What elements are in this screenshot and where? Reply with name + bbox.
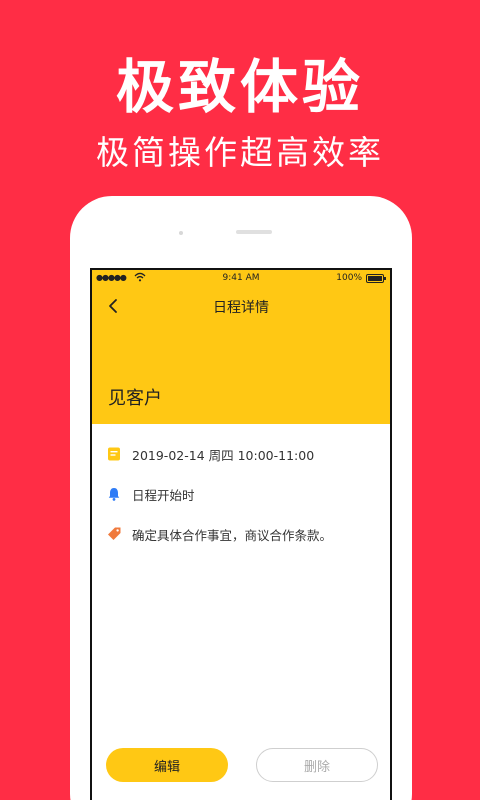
battery-icon: [366, 274, 386, 283]
tag-icon: [106, 526, 122, 542]
delete-button[interactable]: 删除: [256, 748, 378, 782]
calendar-note-icon: [106, 446, 122, 462]
reminder-text: 日程开始时: [132, 487, 195, 503]
header: ●●●●● 9:41 AM 100% 日程详情 见客户: [92, 270, 390, 424]
edit-button[interactable]: 编辑: [106, 748, 228, 782]
phone-camera: [179, 231, 183, 235]
status-bar: ●●●●● 9:41 AM 100%: [92, 270, 390, 288]
reminder-row: 日程开始时: [106, 484, 195, 504]
battery-percent: 100%: [336, 273, 362, 283]
note-row: 确定具体合作事宜，商议合作条款。: [106, 524, 332, 544]
event-time-row: 2019-02-14 周四 10:00-11:00: [106, 444, 314, 464]
event-time: 2019-02-14 周四 10:00-11:00: [132, 447, 315, 463]
promo-title: 极致体验: [115, 53, 364, 121]
promo-subtitle: 极简操作超高效率: [96, 133, 384, 172]
phone-speaker: [236, 230, 272, 234]
event-title: 见客户: [108, 388, 162, 409]
note-text: 确定具体合作事宜，商议合作条款。: [132, 527, 333, 543]
page-title: 日程详情: [213, 300, 269, 316]
app-screen: ●●●●● 9:41 AM 100% 日程详情 见客户 2019-02-14 周…: [90, 268, 392, 800]
bell-icon: [106, 486, 122, 502]
